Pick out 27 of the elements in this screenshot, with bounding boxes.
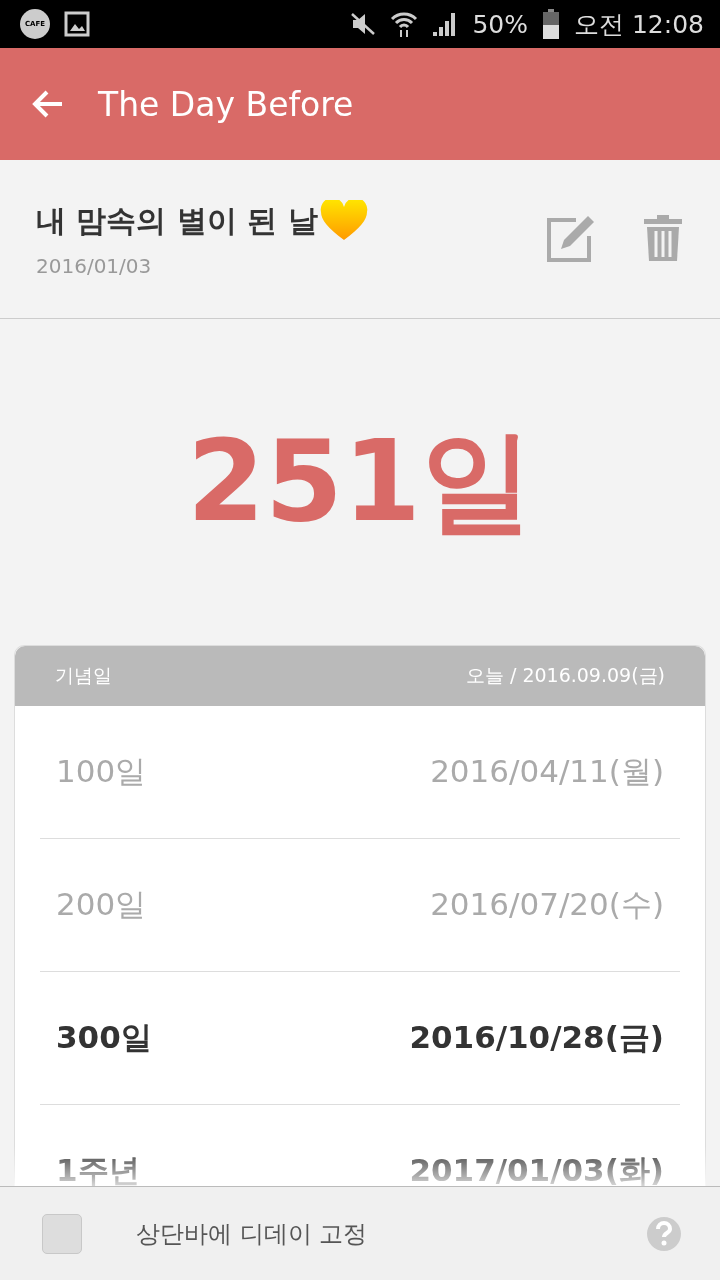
- anniversary-date: 2017/01/03(화): [409, 1151, 664, 1186]
- column-header: 기념일: [55, 663, 112, 688]
- trash-icon: [642, 212, 684, 263]
- anniversary-label: 200일: [56, 885, 147, 924]
- anniversary-date: 2016/04/11(월): [430, 752, 664, 791]
- wifi-icon: [390, 10, 419, 38]
- anniversary-label: 300일: [56, 1018, 152, 1057]
- anniversary-label: 100일: [56, 752, 147, 791]
- event-title: 내 맘속의 별이 된 날: [36, 201, 318, 240]
- event-date: 2016/01/03: [36, 254, 153, 278]
- edit-icon: [546, 213, 596, 262]
- app-title: The Day Before: [98, 84, 354, 124]
- anniversary-date: 2016/07/20(수): [430, 885, 664, 924]
- battery-icon: [542, 9, 560, 39]
- battery-percent: 50%: [472, 9, 528, 39]
- anniversary-date: 2016/10/28(금): [409, 1018, 664, 1057]
- clock: 오전 12:08: [574, 8, 704, 41]
- anniversary-label: 1주년: [56, 1151, 140, 1186]
- day-count: 251일: [187, 414, 533, 548]
- heart-icon: [319, 200, 368, 242]
- help-icon[interactable]: [646, 1215, 682, 1252]
- column-header: 오늘 / 2016.09.09(금): [465, 663, 665, 688]
- pin-label: 상단바에 디데이 고정: [136, 1218, 369, 1250]
- mute-icon: [350, 12, 377, 36]
- pin-checkbox[interactable]: [42, 1213, 82, 1254]
- edit-button[interactable]: [546, 213, 596, 265]
- image-icon: [64, 11, 90, 37]
